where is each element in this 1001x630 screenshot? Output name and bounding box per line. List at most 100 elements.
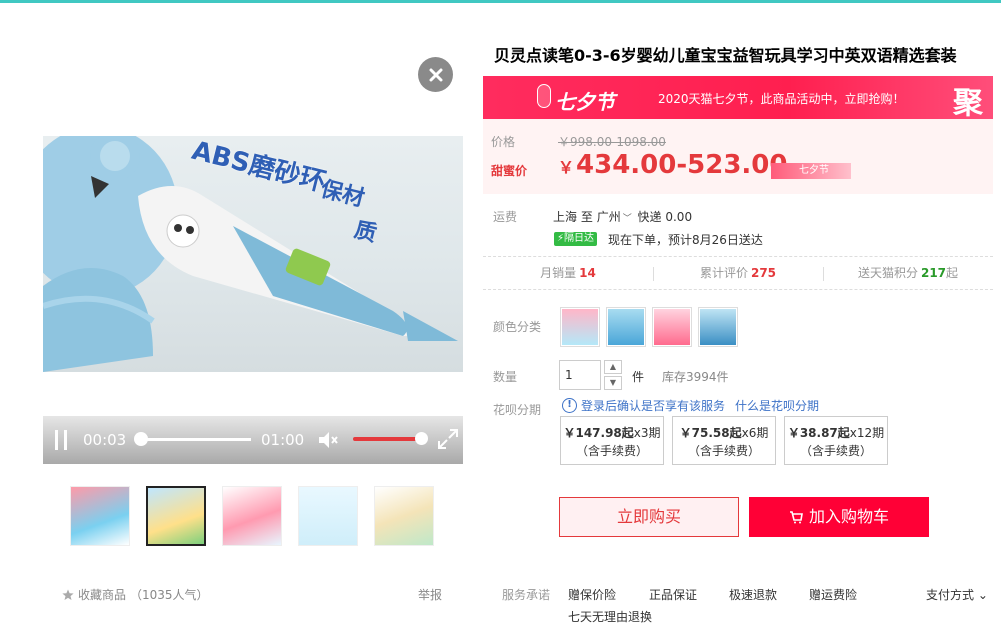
thumbnail-strip [70, 486, 434, 546]
ship-to-select[interactable]: 广州 ﹀ [597, 210, 634, 224]
ship-express: 快递 0.00 [637, 210, 693, 224]
product-title: 贝灵点读笔0-3-6岁婴幼儿童宝宝益智玩具学习中英双语精选套装 [494, 46, 957, 65]
current-time: 00:03 [83, 431, 127, 449]
installment-plan-12[interactable]: ￥38.87起x12期 （含手续费） [784, 416, 888, 465]
top-accent-bar [0, 0, 1001, 3]
plan-term: x12期 [849, 426, 885, 440]
stat-suffix: 起 [946, 266, 959, 280]
currency-symbol: ￥ [558, 158, 575, 177]
fullscreen-icon[interactable] [437, 428, 459, 450]
color-swatch-3[interactable] [652, 307, 692, 347]
quantity-increase[interactable]: ▲ [604, 360, 622, 374]
installment-label: 花呗分期 [493, 403, 542, 417]
promo-message: 2020天猫七夕节，此商品活动中，立即抢购！ [658, 92, 905, 106]
next-day-label: 隔日达 [564, 233, 595, 244]
installment-help-link[interactable]: 什么是花呗分期 [735, 397, 819, 414]
stat-monthly-sales: 月销量 14 [483, 257, 653, 289]
volume-knob[interactable] [415, 432, 428, 445]
promo-price-tag: 七夕节 [771, 163, 851, 179]
service-item[interactable]: 极速退款 [729, 586, 777, 603]
quantity-input[interactable]: 1 [559, 360, 601, 390]
plan-term: x6期 [741, 426, 769, 440]
stat-value: 14 [579, 266, 596, 280]
favorite-link[interactable]: 收藏商品 （1035人气） [62, 586, 209, 603]
volume-icon[interactable] [317, 430, 339, 450]
plan-amount: ￥75.58起 [679, 426, 742, 440]
shipping-label: 运费 [493, 210, 518, 224]
color-swatch-1[interactable] [560, 307, 600, 347]
progress-track[interactable] [139, 438, 251, 441]
product-video[interactable]: ABS磨砂环 保材 质 [43, 136, 463, 372]
ship-to: 广州 [596, 210, 621, 224]
report-link[interactable]: 举报 [418, 586, 442, 603]
close-icon [429, 68, 442, 81]
quantity-label: 数量 [493, 370, 518, 384]
installment-plan-6[interactable]: ￥75.58起x6期 （含手续费） [672, 416, 776, 465]
quantity-decrease[interactable]: ▼ [604, 376, 622, 390]
service-label: 服务承诺 [502, 588, 551, 602]
thumbnail-4[interactable] [298, 486, 358, 546]
thumbnail-1[interactable] [70, 486, 130, 546]
tmall-badge-icon [537, 84, 551, 108]
ship-from: 上海 [553, 210, 578, 224]
installment-plan-3[interactable]: ￥147.98起x3期 （含手续费） [560, 416, 664, 465]
volume-slider[interactable] [353, 437, 423, 441]
promo-logo: 七夕节 [555, 90, 615, 114]
installment-info: ! 登录后确认是否享有该服务 什么是花呗分期 [562, 397, 819, 414]
stat-reviews[interactable]: 累计评价 275 [653, 257, 823, 289]
add-to-cart-label: 加入购物车 [808, 507, 889, 526]
chevron-down-icon: ﹀ [622, 214, 632, 224]
promo-badge: 聚 [953, 86, 983, 119]
service-item[interactable]: 正品保证 [649, 586, 697, 603]
stat-value: 275 [750, 266, 777, 280]
color-swatch-2[interactable] [606, 307, 646, 347]
stat-value: 217 [920, 266, 947, 280]
thumbnail-5[interactable] [374, 486, 434, 546]
progress-knob[interactable] [134, 432, 148, 446]
stat-label: 月销量 [540, 266, 577, 280]
stat-label: 累计评价 [699, 266, 748, 280]
payment-label: 支付方式 [926, 588, 975, 602]
plan-term: x3期 [633, 426, 661, 440]
stock-count: 库存3994件 [662, 370, 729, 384]
delivery-eta: 现在下单，预计8月26日送达 [608, 233, 763, 247]
buy-now-button[interactable]: 立即购买 [559, 497, 739, 537]
sweet-price: ￥434.00-523.00 [558, 150, 787, 180]
service-item[interactable]: 七天无理由退换 [568, 608, 652, 625]
installment-plans: ￥147.98起x3期 （含手续费） ￥75.58起x6期 （含手续费） ￥38… [560, 416, 888, 465]
color-swatch-4[interactable] [698, 307, 738, 347]
payment-methods-dropdown[interactable]: 支付方式 ⌄ [926, 586, 988, 603]
plan-fee: （含手续费） [687, 444, 760, 458]
chevron-down-icon: ⌄ [977, 588, 988, 602]
plan-amount: ￥147.98起 [563, 426, 634, 440]
sales-stats: 月销量 14 累计评价 275 送天猫积分 217起 [483, 256, 993, 290]
color-options [560, 307, 738, 347]
duration: 01:00 [261, 431, 305, 449]
pause-icon[interactable] [55, 430, 67, 450]
star-icon [62, 589, 74, 600]
shipping-info: 上海 至 广州 ﹀ 快递 0.00 [553, 208, 692, 225]
close-button[interactable] [418, 57, 453, 92]
add-to-cart-button[interactable]: 加入购物车 [749, 497, 929, 537]
plan-fee: （含手续费） [575, 444, 648, 458]
cart-icon [789, 511, 803, 524]
stat-points: 送天猫积分 217起 [823, 257, 993, 289]
quantity-unit: 件 [632, 370, 645, 384]
service-item[interactable]: 赠运费险 [809, 586, 857, 603]
sweet-price-label: 甜蜜价 [491, 164, 528, 178]
info-icon: ! [562, 398, 577, 413]
thumbnail-3[interactable] [222, 486, 282, 546]
price-label: 价格 [491, 135, 516, 149]
stat-label: 送天猫积分 [857, 266, 918, 280]
video-controls: 00:03 01:00 [43, 416, 463, 464]
original-price: ￥998.00-1098.00 [558, 135, 666, 149]
promo-banner[interactable]: 七夕节 2020天猫七夕节，此商品活动中，立即抢购！ 聚 [483, 76, 993, 119]
service-item[interactable]: 赠保价险 [568, 586, 616, 603]
color-label: 颜色分类 [493, 320, 542, 334]
next-day-badge: ⚡隔日达 [554, 232, 598, 246]
favorite-label: 收藏商品 [78, 588, 127, 602]
installment-login-text[interactable]: 登录后确认是否享有该服务 [581, 397, 725, 414]
thumbnail-2[interactable] [146, 486, 206, 546]
plan-fee: （含手续费） [799, 444, 872, 458]
sweet-price-value: 434.00-523.00 [576, 150, 788, 180]
